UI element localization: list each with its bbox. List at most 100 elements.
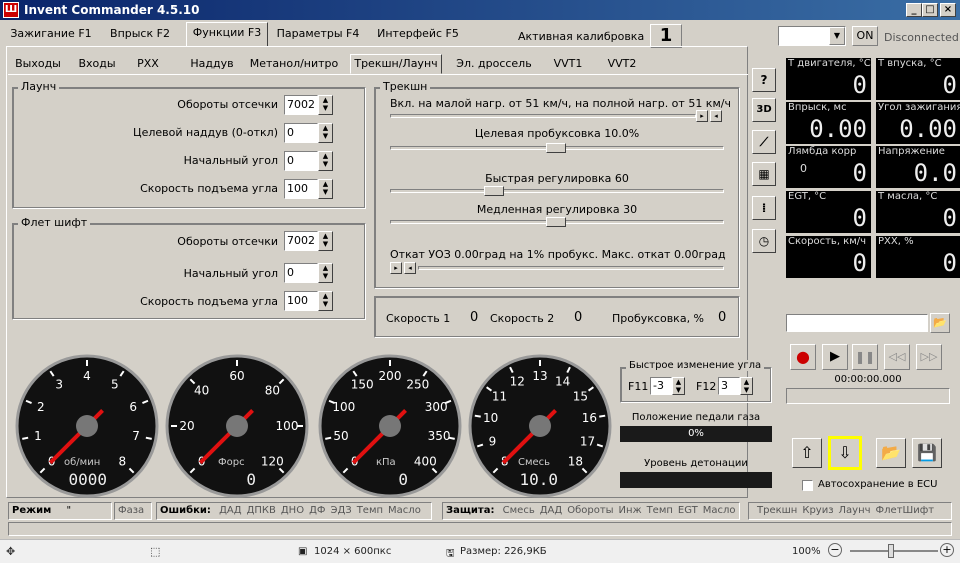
- subtab-inputs[interactable]: Входы: [74, 55, 120, 75]
- gauge-tick-label: 350: [428, 429, 451, 443]
- sensor-caption: Впрыск, мс: [788, 102, 847, 113]
- sensor-caption: Угол зажигания: [878, 102, 960, 113]
- table-icon[interactable]: ▦: [752, 162, 776, 186]
- error-indicator: ДАД: [219, 505, 242, 516]
- launch-rate-stepper[interactable]: ▲ ▼: [318, 179, 333, 199]
- connection-status: Disconnected: [884, 31, 959, 44]
- gauge-tick-label: 300: [425, 400, 448, 414]
- gauge-tick-label: 4: [83, 369, 91, 383]
- autosave-checkbox[interactable]: [802, 480, 813, 491]
- horizontal-scrollbar[interactable]: [8, 522, 952, 536]
- tab-divider: [8, 74, 748, 75]
- gauge-tick-label: 14: [555, 374, 570, 388]
- sensor-tile: РХХ, % 0: [876, 236, 960, 278]
- record-icon[interactable]: ●: [790, 344, 816, 370]
- target-slip-thumb[interactable]: [546, 143, 566, 153]
- upload-icon[interactable]: ⇧: [792, 438, 822, 468]
- graph-icon[interactable]: ⟋: [752, 130, 776, 154]
- flatshift-rate-stepper[interactable]: ▲ ▼: [318, 291, 333, 311]
- tab-interface[interactable]: Интерфейс F5: [368, 24, 468, 46]
- disk-icon: 🖫: [446, 548, 455, 559]
- f12-stepper[interactable]: ▲ ▼: [740, 377, 753, 395]
- modes-cell: Трекшн Круиз Лаунч ФлетШифт: [748, 502, 952, 520]
- retard-right-arrow[interactable]: ▸: [390, 262, 402, 274]
- subtab-vvt1[interactable]: VVT1: [544, 55, 592, 75]
- zoom-out-icon[interactable]: −: [828, 543, 842, 557]
- gauge-hub: [529, 415, 551, 437]
- subtab-boost[interactable]: Наддув: [186, 55, 238, 75]
- player-progress[interactable]: [786, 388, 950, 404]
- launch-rpm-input[interactable]: 7002: [284, 95, 318, 115]
- sensor-tile: Т масла, °С 0: [876, 191, 960, 233]
- launch-rate-input[interactable]: 100: [284, 179, 318, 199]
- subtab-outputs[interactable]: Выходы: [12, 55, 64, 75]
- subtab-traction-launch[interactable]: Трекшн/Лаунч: [350, 54, 442, 74]
- tab-ignition[interactable]: Зажигание F1: [8, 24, 94, 46]
- knock-label: Уровень детонации: [644, 458, 748, 469]
- browse-log-icon[interactable]: 📂: [930, 313, 950, 333]
- gauge-tick-label: 10: [483, 411, 498, 425]
- f12-input[interactable]: 3: [718, 377, 740, 395]
- launch-rpm-stepper[interactable]: ▲ ▼: [318, 95, 333, 115]
- subtab-e-throttle[interactable]: Эл. дроссель: [452, 55, 536, 75]
- pause-icon[interactable]: ❚❚: [852, 344, 878, 370]
- flatshift-angle-input[interactable]: 0: [284, 263, 318, 283]
- sensor-tile: Напряжение 0.0: [876, 146, 960, 188]
- flatshift-rate-label: Скорость подъема угла: [140, 295, 278, 308]
- flatshift-rpm-stepper[interactable]: ▲ ▼: [318, 231, 333, 251]
- fast-adjust-thumb[interactable]: [484, 186, 504, 196]
- tab-functions[interactable]: Функции F3: [186, 22, 268, 46]
- fast-forward-icon[interactable]: ▷▷: [916, 344, 942, 370]
- launch-angle-stepper[interactable]: ▲ ▼: [318, 151, 333, 171]
- gauge3-digits: 0: [362, 470, 412, 489]
- gauge1-unit: об/мин: [64, 457, 101, 468]
- 3d-view-icon[interactable]: 3D: [752, 98, 776, 122]
- gauge-tick-label: 17: [580, 434, 595, 448]
- launch-angle-input[interactable]: 0: [284, 151, 318, 171]
- retard-label: Откат УОЗ 0.00град на 1% пробукс. Макс. …: [390, 248, 726, 261]
- move-icon[interactable]: ✥: [6, 545, 15, 558]
- launch-boost-stepper[interactable]: ▲ ▼: [318, 123, 333, 143]
- subtab-vvt2[interactable]: VVT2: [598, 55, 646, 75]
- error-indicator: ДПКВ: [246, 505, 276, 516]
- flatshift-rpm-input[interactable]: 7002: [284, 231, 318, 251]
- open-folder-icon[interactable]: 📂: [876, 438, 906, 468]
- zoom-slider[interactable]: [850, 550, 938, 552]
- zoom-slider-thumb[interactable]: [888, 544, 894, 558]
- maximize-button[interactable]: □: [922, 3, 938, 17]
- rewind-icon[interactable]: ◁◁: [884, 344, 910, 370]
- zoom-in-icon[interactable]: +: [940, 543, 954, 557]
- slow-adjust-thumb[interactable]: [546, 217, 566, 227]
- tab-injection[interactable]: Впрыск F2: [100, 24, 180, 46]
- launch-boost-input[interactable]: 0: [284, 123, 318, 143]
- gauge-hub: [76, 415, 98, 437]
- subtab-idle[interactable]: РХХ: [128, 55, 168, 75]
- scatter-icon[interactable]: ⁞: [752, 196, 776, 220]
- gauge-tick-label: 150: [351, 377, 374, 391]
- subtab-methanol[interactable]: Метанол/нитро: [246, 55, 342, 75]
- stopwatch-icon[interactable]: ◷: [752, 229, 776, 253]
- help-icon[interactable]: ?: [752, 68, 776, 92]
- pedal-bar: 0%: [620, 426, 772, 442]
- log-file-input[interactable]: [786, 314, 928, 332]
- play-icon[interactable]: ▶: [822, 344, 848, 370]
- connect-on-button[interactable]: ON: [852, 26, 878, 46]
- chevron-down-icon[interactable]: ▼: [829, 27, 845, 45]
- protection-indicator: Темп: [646, 505, 673, 516]
- f11-input[interactable]: -3: [650, 377, 672, 395]
- download-icon[interactable]: ⇩: [828, 436, 862, 470]
- traction-enable-left-arrow[interactable]: ◂: [710, 110, 722, 122]
- minimize-button[interactable]: _: [906, 3, 922, 17]
- flatshift-rate-input[interactable]: 100: [284, 291, 318, 311]
- traction-enable-right-arrow[interactable]: ▸: [696, 110, 708, 122]
- active-calibration-value[interactable]: 1: [650, 24, 682, 48]
- retard-left-arrow[interactable]: ◂: [404, 262, 416, 274]
- flatshift-angle-stepper[interactable]: ▲ ▼: [318, 263, 333, 283]
- close-button[interactable]: ×: [940, 3, 956, 17]
- f11-stepper[interactable]: ▲ ▼: [672, 377, 685, 395]
- save-icon[interactable]: 💾: [912, 438, 942, 468]
- gauge-tick-label: 200: [379, 369, 402, 383]
- selection-icon: ⬚: [150, 545, 161, 558]
- port-select[interactable]: ▼: [778, 26, 846, 46]
- tab-parameters[interactable]: Параметры F4: [272, 24, 364, 46]
